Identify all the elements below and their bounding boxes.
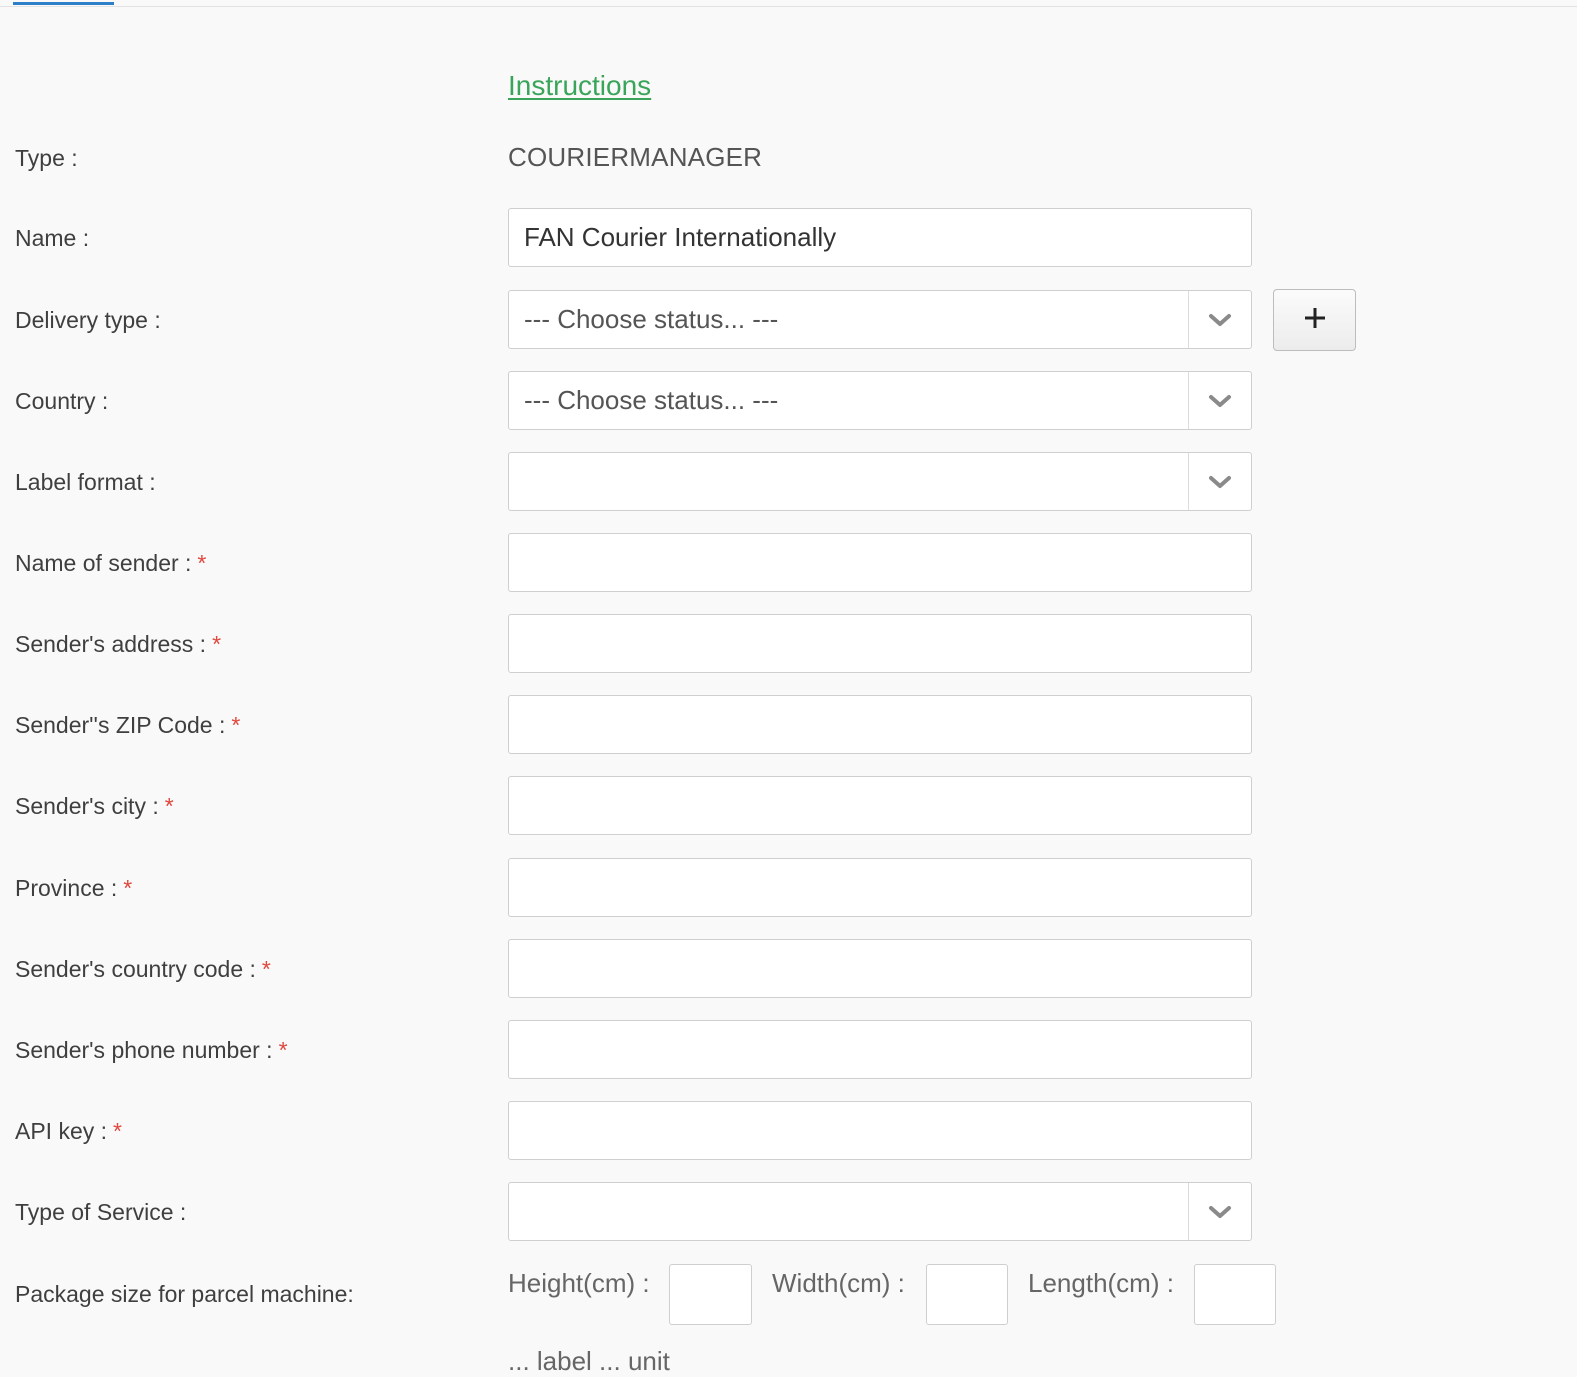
sender-phone-label: Sender's phone number : *	[15, 1037, 288, 1063]
sender-zip-field[interactable]	[508, 695, 1252, 754]
package-size-label: Package size for parcel machine:	[15, 1281, 354, 1307]
type-label: Type :	[15, 145, 78, 171]
add-delivery-type-button[interactable]	[1273, 289, 1356, 351]
province-input[interactable]	[509, 859, 1251, 916]
delivery-type-label: Delivery type :	[15, 307, 161, 333]
sender-address-field[interactable]	[508, 614, 1252, 673]
country-selected-value: --- Choose status... ---	[524, 385, 779, 415]
type-of-service-select[interactable]	[508, 1182, 1252, 1241]
delivery-type-select[interactable]: --- Choose status... ---	[508, 290, 1252, 349]
width-field[interactable]	[926, 1264, 1008, 1325]
sender-country-code-field[interactable]	[508, 939, 1252, 998]
required-marker: *	[164, 793, 174, 819]
sender-country-code-label: Sender's country code : *	[15, 956, 271, 982]
name-of-sender-label: Name of sender : *	[15, 550, 207, 576]
sender-city-field[interactable]	[508, 776, 1252, 835]
delivery-type-selected-value: --- Choose status... ---	[524, 304, 779, 334]
sender-country-code-input[interactable]	[509, 940, 1251, 997]
instructions-link[interactable]: Instructions	[508, 70, 651, 102]
api-key-field[interactable]	[508, 1101, 1252, 1160]
height-input[interactable]	[670, 1265, 751, 1324]
sender-phone-field[interactable]	[508, 1020, 1252, 1079]
required-marker: *	[278, 1037, 288, 1063]
cutoff-text: ... label ... unit	[508, 1346, 670, 1376]
sender-zip-label: Sender''s ZIP Code : *	[15, 712, 241, 738]
country-label: Country :	[15, 388, 109, 414]
tab-bar	[0, 0, 1577, 7]
required-marker: *	[197, 550, 207, 576]
sender-city-label: Sender's city : *	[15, 793, 174, 819]
sender-phone-input[interactable]	[509, 1021, 1251, 1078]
province-field[interactable]	[508, 858, 1252, 917]
name-field[interactable]	[508, 208, 1252, 267]
width-input[interactable]	[927, 1265, 1007, 1324]
label-format-label: Label format :	[15, 469, 156, 495]
api-key-label: API key : *	[15, 1118, 122, 1144]
required-marker: *	[212, 631, 222, 657]
api-key-input[interactable]	[509, 1102, 1251, 1159]
width-label: Width(cm) :	[772, 1268, 905, 1298]
name-of-sender-field[interactable]	[508, 533, 1252, 592]
chevron-down-icon[interactable]	[1188, 372, 1251, 429]
sender-address-label: Sender's address : *	[15, 631, 222, 657]
required-marker: *	[123, 875, 133, 901]
chevron-down-icon[interactable]	[1188, 1183, 1251, 1240]
required-marker: *	[231, 712, 241, 738]
sender-address-input[interactable]	[509, 615, 1251, 672]
chevron-down-icon[interactable]	[1188, 291, 1251, 348]
required-marker: *	[113, 1118, 122, 1144]
label-format-select[interactable]	[508, 452, 1252, 511]
active-tab-indicator	[13, 2, 114, 5]
length-input[interactable]	[1195, 1265, 1275, 1324]
type-of-service-label: Type of Service :	[15, 1199, 187, 1225]
sender-zip-input[interactable]	[509, 696, 1251, 753]
name-label: Name :	[15, 225, 90, 251]
name-of-sender-input[interactable]	[509, 534, 1251, 591]
plus-icon	[1304, 307, 1326, 334]
height-field[interactable]	[669, 1264, 752, 1325]
type-value: COURIERMANAGER	[508, 142, 763, 172]
chevron-down-icon[interactable]	[1188, 453, 1251, 510]
length-field[interactable]	[1194, 1264, 1276, 1325]
sender-city-input[interactable]	[509, 777, 1251, 834]
length-label: Length(cm) :	[1028, 1268, 1174, 1298]
name-input[interactable]	[509, 209, 1251, 266]
height-label: Height(cm) :	[508, 1268, 650, 1298]
country-select[interactable]: --- Choose status... ---	[508, 371, 1252, 430]
required-marker: *	[261, 956, 271, 982]
province-label: Province : *	[15, 875, 133, 901]
